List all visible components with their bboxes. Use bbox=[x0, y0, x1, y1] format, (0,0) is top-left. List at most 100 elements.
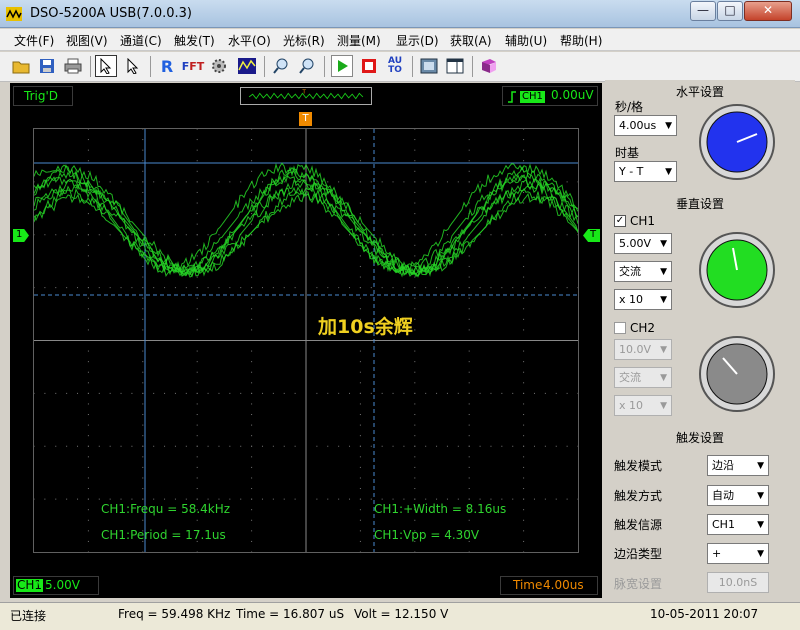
mini-trigger-marker: T bbox=[301, 89, 306, 95]
status-bar: 已连接 Freq = 59.498 KHz Time = 16.807 uS V… bbox=[0, 602, 800, 630]
connection-status: 已连接 bbox=[10, 609, 47, 623]
trigger-position-marker[interactable]: T bbox=[299, 112, 312, 126]
trigger-sweep-select[interactable]: 自动 ▼ bbox=[707, 485, 769, 506]
ch1-probe-select[interactable]: x 10 ▼ bbox=[614, 289, 672, 310]
ch1-volts-select[interactable]: 5.00V ▼ bbox=[614, 233, 672, 254]
vertical-settings-panel: 垂直设置 ✓ CH1 5.00V ▼ 交流 ▼ x 10 ▼ CH2 10.0V ▼ 交… bbox=[605, 192, 795, 422]
ch2-probe-select[interactable]: x 10 ▼ bbox=[614, 395, 672, 416]
record-icon[interactable]: R bbox=[156, 55, 178, 77]
ch2-coupling-select[interactable]: 交流 ▼ bbox=[614, 367, 672, 388]
chevron-down-icon: ▼ bbox=[757, 520, 764, 530]
toolbar-separator bbox=[412, 56, 413, 77]
edge-type-value: + bbox=[712, 547, 722, 560]
time-label: Time bbox=[513, 578, 543, 592]
readout-period: CH1:Period = 17.1us bbox=[101, 528, 226, 542]
trigger-channel: CH1 bbox=[520, 91, 545, 103]
waveform-display bbox=[33, 128, 579, 553]
maximize-button[interactable]: □ bbox=[717, 1, 743, 21]
ac-coupling-icon: ∿ bbox=[34, 577, 45, 591]
toolbar-separator bbox=[472, 56, 473, 77]
toolbar-separator bbox=[150, 56, 151, 77]
window-icon[interactable] bbox=[444, 55, 466, 77]
toolbar-separator bbox=[264, 56, 265, 77]
timebase-select[interactable]: Y - T ▼ bbox=[614, 161, 677, 182]
sec-div-select[interactable]: 4.00us ▼ bbox=[614, 115, 677, 136]
ch1-coupling-select[interactable]: 交流 ▼ bbox=[614, 261, 672, 282]
screenshot-icon[interactable] bbox=[418, 55, 440, 77]
menu-trigger[interactable]: 触发(T) bbox=[174, 32, 215, 49]
select-arrow-icon[interactable] bbox=[95, 55, 117, 77]
zoom-in-icon[interactable] bbox=[270, 55, 292, 77]
ch1-checkbox[interactable]: ✓ bbox=[614, 215, 626, 227]
menu-display[interactable]: 显示(D) bbox=[396, 32, 439, 49]
stop-icon[interactable] bbox=[358, 55, 380, 77]
pointer-icon[interactable] bbox=[122, 55, 144, 77]
waveform-screen[interactable] bbox=[33, 128, 579, 553]
ch1-volts-knob[interactable] bbox=[697, 230, 777, 310]
readout-vpp: CH1:Vpp = 4.30V bbox=[374, 528, 480, 542]
trigger-level: 0.00uV bbox=[551, 88, 594, 102]
ch2-label: CH2 bbox=[630, 321, 656, 335]
ch2-checkbox[interactable] bbox=[614, 322, 626, 334]
chevron-down-icon: ▼ bbox=[660, 267, 667, 277]
book-icon[interactable] bbox=[478, 55, 500, 77]
trigger-sweep-value: 自动 bbox=[712, 489, 734, 502]
menu-utility[interactable]: 辅助(U) bbox=[505, 32, 547, 49]
readout-width: CH1:+Width = 8.16us bbox=[374, 502, 507, 516]
fft-icon[interactable]: FFT bbox=[182, 55, 205, 77]
menu-view[interactable]: 视图(V) bbox=[66, 32, 108, 49]
toolbar-separator bbox=[324, 56, 325, 77]
minimize-button[interactable]: — bbox=[690, 1, 716, 21]
save-icon[interactable] bbox=[36, 55, 58, 77]
chevron-down-icon: ▼ bbox=[660, 345, 667, 355]
chevron-down-icon: ▼ bbox=[665, 167, 672, 177]
horizontal-knob[interactable] bbox=[697, 102, 777, 182]
chevron-down-icon: ▼ bbox=[757, 461, 764, 471]
timebase-label: 时基 bbox=[615, 146, 640, 160]
ch1-volts-div: 5.00V bbox=[45, 578, 80, 592]
autoset-gear-icon[interactable] bbox=[208, 55, 230, 77]
scope-status-bottom: CH1 ∿ 5.00V Time 4.00us bbox=[10, 574, 602, 598]
menu-measure[interactable]: 测量(M) bbox=[337, 32, 381, 49]
menu-cursor[interactable]: 光标(R) bbox=[283, 32, 325, 49]
date-time: 10-05-2011 20:07 bbox=[650, 607, 759, 621]
ch2-probe-value: x 10 bbox=[619, 399, 644, 412]
timebase-value: Y - T bbox=[619, 165, 644, 178]
pulse-width-input[interactable]: 10.0nS bbox=[707, 572, 769, 593]
zoom-out-icon[interactable] bbox=[296, 55, 318, 77]
ch1-label: CH1 bbox=[630, 214, 656, 228]
waveform-overview[interactable]: T bbox=[240, 87, 372, 105]
trigger-source-value: CH1 bbox=[712, 518, 735, 531]
open-folder-icon[interactable] bbox=[10, 55, 32, 77]
edge-type-select[interactable]: + ▼ bbox=[707, 543, 769, 564]
waveform-icon[interactable] bbox=[236, 55, 258, 77]
toolbar-separator bbox=[90, 56, 91, 77]
ch2-volts-select[interactable]: 10.0V ▼ bbox=[614, 339, 672, 360]
ch1-status-box[interactable]: CH1 ∿ 5.00V bbox=[13, 576, 99, 595]
trigger-sweep-label: 触发方式 bbox=[614, 489, 663, 503]
chevron-down-icon: ▼ bbox=[665, 121, 672, 131]
trigger-status: Trig'D bbox=[13, 86, 73, 106]
time-div-box[interactable]: Time 4.00us bbox=[500, 576, 598, 595]
trigger-level-box: CH1 0.00uV bbox=[502, 86, 598, 106]
menu-acquire[interactable]: 获取(A) bbox=[450, 32, 492, 49]
vertical-title: 垂直设置 bbox=[675, 197, 724, 211]
menu-file[interactable]: 文件(F) bbox=[14, 32, 54, 49]
menu-channel[interactable]: 通道(C) bbox=[120, 32, 162, 49]
trigger-mode-select[interactable]: 边沿 ▼ bbox=[707, 455, 769, 476]
ch2-coupling-value: 交流 bbox=[619, 371, 641, 384]
trigger-source-select[interactable]: CH1 ▼ bbox=[707, 514, 769, 535]
chevron-down-icon: ▼ bbox=[757, 549, 764, 559]
menu-help[interactable]: 帮助(H) bbox=[560, 32, 602, 49]
print-icon[interactable] bbox=[62, 55, 84, 77]
trigger-settings-panel: 触发设置 触发模式 边沿 ▼ 触发方式 自动 ▼ 触发信源 CH1 ▼ 边沿类型 + ▼… bbox=[605, 424, 795, 600]
run-icon[interactable] bbox=[331, 55, 353, 77]
app-icon bbox=[6, 7, 22, 21]
menu-horizontal[interactable]: 水平(O) bbox=[228, 32, 271, 49]
horizontal-settings-panel: 水平设置 秒/格 4.00us ▼ 时基 Y - T ▼ bbox=[605, 80, 795, 190]
cursor-time: Time = 16.807 uS bbox=[236, 607, 345, 621]
ch2-volts-knob[interactable] bbox=[697, 334, 777, 414]
close-button[interactable]: ✕ bbox=[744, 1, 792, 21]
overlay-annotation: 加10s余辉 bbox=[318, 316, 413, 338]
auto-icon[interactable]: AU TO bbox=[384, 55, 406, 77]
